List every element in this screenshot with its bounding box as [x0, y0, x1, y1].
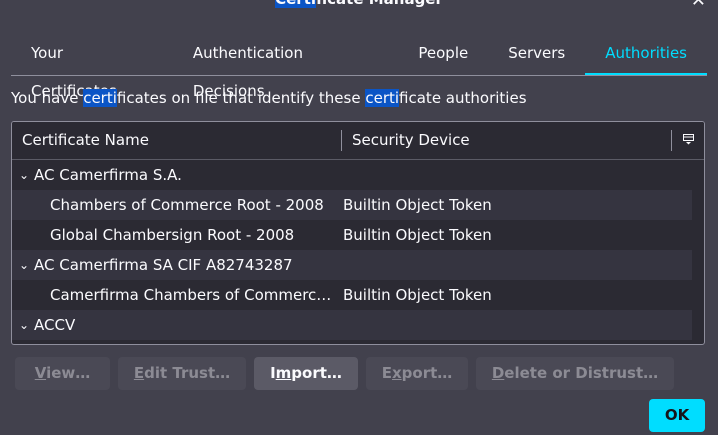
tree-row-group[interactable]: ⌄ ACCV — [12, 310, 692, 340]
tree-row-group[interactable]: ⌄ AC Camerfirma S.A. — [12, 160, 692, 190]
tab-people[interactable]: People — [398, 34, 488, 72]
column-header-certificate-name[interactable]: Certificate Name — [22, 122, 149, 159]
window-title: Certificate Manager — [0, 0, 718, 8]
chevron-down-icon[interactable]: ⌄ — [19, 160, 29, 190]
import-button[interactable]: Import… — [254, 357, 358, 390]
description-text: You have certificates on file that ident… — [11, 89, 527, 107]
column-splitter[interactable] — [341, 130, 342, 151]
column-picker-icon[interactable] — [683, 134, 694, 145]
column-header-security-device[interactable]: Security Device — [352, 122, 470, 159]
tree-row[interactable]: Chambers of Commerce Root - 2008 Builtin… — [12, 190, 692, 220]
edit-trust-button[interactable]: Edit Trust… — [118, 357, 246, 390]
column-splitter[interactable] — [671, 130, 672, 151]
search-highlight: certi — [83, 89, 117, 107]
chevron-down-icon[interactable]: ⌄ — [19, 310, 29, 340]
chevron-down-icon[interactable]: ⌄ — [19, 250, 29, 280]
title-rest: ficate Manager — [316, 0, 443, 8]
close-icon[interactable]: ✕ — [691, 0, 706, 11]
tab-authorities[interactable]: Authorities — [585, 34, 707, 75]
delete-or-distrust-button[interactable]: Delete or Distrust… — [476, 357, 674, 390]
tree-row-group[interactable]: ⌄ AC Camerfirma SA CIF A82743287 — [12, 250, 692, 280]
export-button[interactable]: Export… — [366, 357, 468, 390]
tab-your-certificates[interactable]: Your Certificates — [11, 34, 173, 100]
ok-button[interactable]: OK — [649, 399, 705, 432]
tree-row[interactable]: Camerfirma Chambers of Commerce Root Bui… — [12, 280, 692, 310]
tab-strip: Your Certificates Authentication Decisio… — [11, 34, 707, 100]
tab-authentication-decisions[interactable]: Authentication Decisions — [173, 34, 399, 100]
certificate-tree[interactable]: Certificate Name Security Device ⌄ AC Ca… — [11, 121, 705, 345]
tree-header: Certificate Name Security Device — [12, 122, 704, 160]
title-highlight: Certi — [275, 0, 317, 8]
search-highlight: certi — [365, 89, 400, 107]
tab-servers[interactable]: Servers — [488, 34, 585, 72]
tree-row[interactable]: Global Chambersign Root - 2008 Builtin O… — [12, 220, 692, 250]
view-button[interactable]: View… — [15, 357, 110, 390]
